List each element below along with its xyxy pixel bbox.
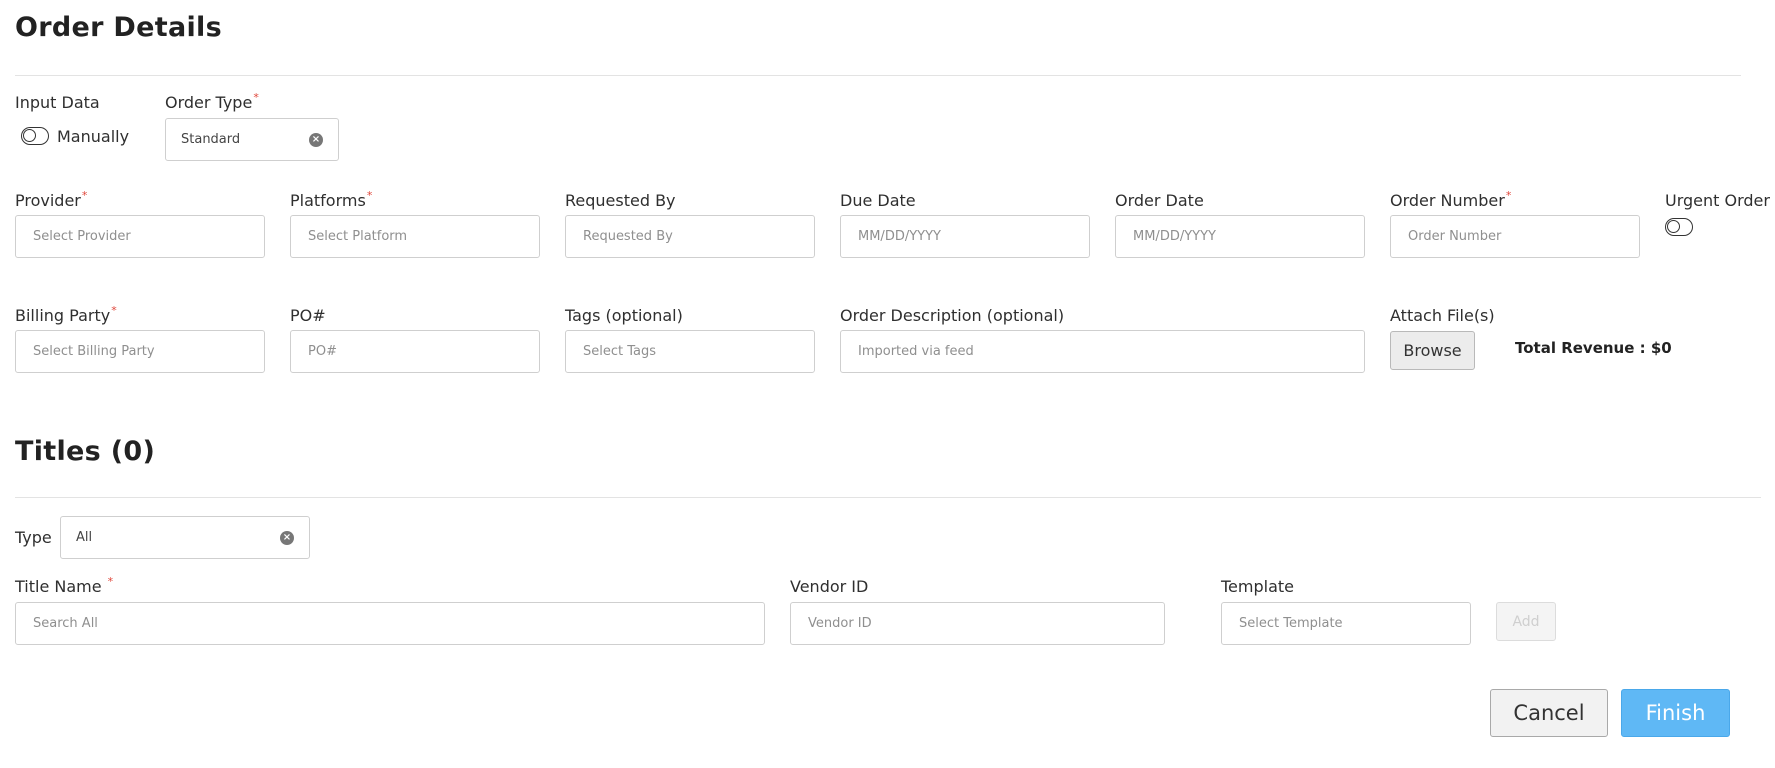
tags-label: Tags (optional) — [565, 306, 683, 325]
vendor-id-label: Vendor ID — [790, 577, 869, 596]
required-mark: * — [253, 91, 259, 104]
vendor-id-input[interactable] — [806, 615, 1149, 632]
manual-input-toggle[interactable] — [21, 127, 49, 145]
tags-input[interactable] — [581, 343, 799, 360]
order-type-select[interactable]: Standard × — [165, 118, 339, 161]
required-mark: * — [366, 189, 373, 202]
provider-label: Provider* — [15, 189, 88, 210]
required-mark: * — [1505, 189, 1512, 202]
requested-by-label: Requested By — [565, 191, 676, 210]
provider-label-text: Provider — [15, 191, 81, 210]
platforms-input[interactable] — [306, 228, 524, 245]
cancel-button[interactable]: Cancel — [1490, 689, 1608, 737]
billing-party-input[interactable] — [31, 343, 249, 360]
order-details-divider — [15, 75, 1741, 76]
order-number-label-text: Order Number — [1390, 191, 1505, 210]
provider-input[interactable] — [31, 228, 249, 245]
title-name-label-text: Title Name — [15, 577, 102, 596]
manually-label: Manually — [57, 127, 130, 146]
provider-select[interactable] — [15, 215, 265, 258]
template-input[interactable] — [1237, 615, 1455, 632]
clear-type-icon[interactable]: × — [280, 530, 294, 545]
order-number-input[interactable] — [1406, 228, 1624, 245]
order-description-field[interactable] — [840, 330, 1365, 373]
order-number-label: Order Number* — [1390, 189, 1512, 210]
requested-by-input[interactable] — [581, 228, 799, 245]
platforms-select[interactable] — [290, 215, 540, 258]
urgent-order-label: Urgent Order — [1665, 191, 1770, 210]
vendor-id-field[interactable] — [790, 602, 1165, 645]
type-value: All — [76, 530, 93, 545]
order-description-label: Order Description (optional) — [840, 306, 1065, 325]
total-revenue: Total Revenue : $0 — [1515, 339, 1672, 357]
finish-button[interactable]: Finish — [1621, 689, 1730, 737]
template-label: Template — [1221, 577, 1295, 596]
po-number-field[interactable] — [290, 330, 540, 373]
due-date-label: Due Date — [840, 191, 916, 210]
billing-party-label: Billing Party* — [15, 304, 117, 325]
order-type-label-text: Order Type — [165, 93, 253, 112]
tags-select[interactable] — [565, 330, 815, 373]
required-mark: * — [107, 575, 114, 588]
attach-files-label: Attach File(s) — [1390, 306, 1495, 325]
required-mark: * — [81, 189, 88, 202]
order-date-input[interactable] — [1131, 228, 1349, 245]
toggle-knob — [23, 129, 36, 142]
po-number-input[interactable] — [306, 343, 524, 360]
add-title-button[interactable]: Add — [1496, 602, 1556, 641]
po-number-label: PO# — [290, 306, 326, 325]
title-name-input[interactable] — [31, 615, 749, 632]
due-date-field[interactable] — [840, 215, 1090, 258]
billing-party-label-text: Billing Party — [15, 306, 111, 325]
order-date-field[interactable] — [1115, 215, 1365, 258]
type-label: Type — [15, 528, 52, 547]
order-details-title: Order Details — [15, 12, 222, 43]
due-date-input[interactable] — [856, 228, 1074, 245]
toggle-knob — [1667, 220, 1680, 233]
titles-divider — [15, 497, 1761, 498]
titles-title: Titles (0) — [15, 436, 156, 467]
title-name-label: Title Name * — [15, 575, 114, 596]
order-description-input[interactable] — [856, 343, 1349, 360]
platforms-label: Platforms* — [290, 189, 373, 210]
order-number-field[interactable] — [1390, 215, 1640, 258]
title-name-field[interactable] — [15, 602, 765, 645]
clear-order-type-icon[interactable]: × — [309, 132, 323, 147]
platforms-label-text: Platforms — [290, 191, 366, 210]
input-data-label: Input Data — [15, 93, 100, 112]
order-date-label: Order Date — [1115, 191, 1204, 210]
billing-party-select[interactable] — [15, 330, 265, 373]
template-select[interactable] — [1221, 602, 1471, 645]
type-select[interactable]: All × — [60, 516, 310, 559]
requested-by-field[interactable] — [565, 215, 815, 258]
order-type-label: Order Type* — [165, 91, 259, 112]
browse-button[interactable]: Browse — [1390, 331, 1475, 370]
order-type-value: Standard — [181, 132, 241, 147]
required-mark: * — [111, 304, 117, 317]
urgent-order-toggle[interactable] — [1665, 218, 1693, 236]
